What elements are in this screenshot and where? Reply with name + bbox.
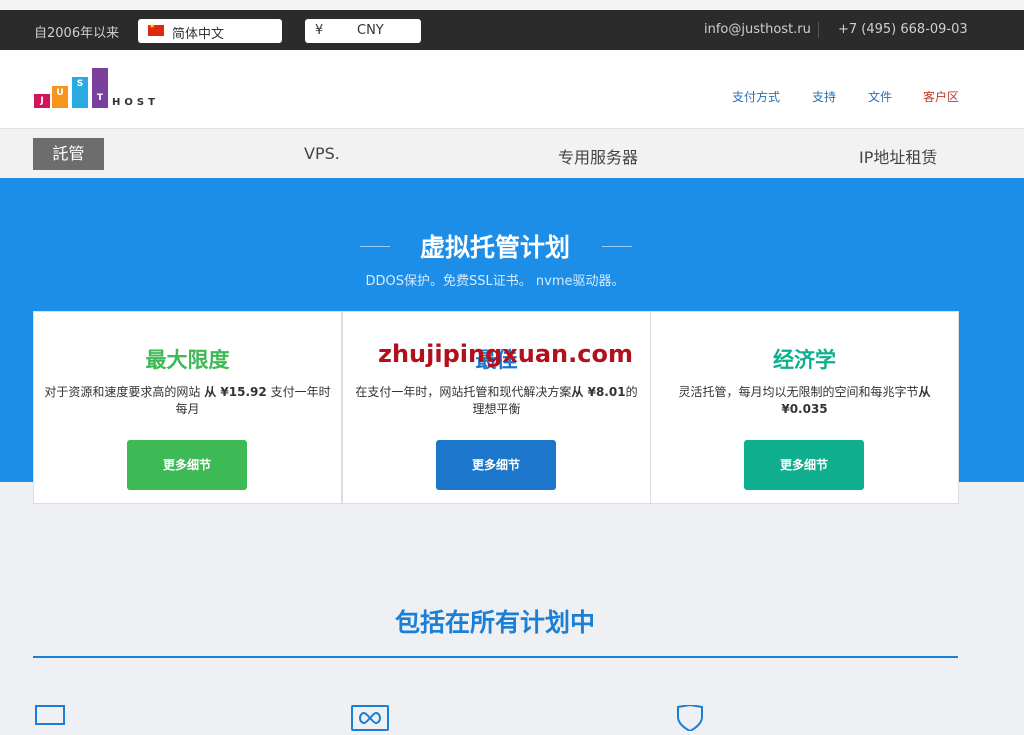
plan-name: 最大限度 xyxy=(145,348,230,372)
infinity-icon xyxy=(351,705,389,731)
hero-subtitle: DDOS保护。免费SSL证书。 nvme驱动器。 xyxy=(365,274,625,289)
language-label: 简体中文 xyxy=(172,27,225,42)
more-details-button[interactable]: 更多细节 xyxy=(744,440,864,490)
plan-description: 灵活托管，每月均以无限制的空间和每兆字节从 ¥0.035 xyxy=(678,385,931,416)
currency-selector[interactable]: ¥ CNY xyxy=(305,19,421,43)
logo-letter-s: S xyxy=(72,77,88,108)
header-link-client-area[interactable]: 客户区 xyxy=(923,88,959,105)
header-link-docs[interactable]: 文件 xyxy=(868,88,892,105)
watermark: zhujipingxuan.com xyxy=(378,340,633,368)
header-link-payment[interactable]: 支付方式 xyxy=(732,88,780,105)
phone-link[interactable]: +7 (495) 668-09-03 xyxy=(838,22,968,37)
title-right-line xyxy=(602,246,632,247)
shield-icon xyxy=(676,703,704,733)
nav-tab-hosting[interactable]: 託管 xyxy=(33,138,104,170)
logo-letter-t: T xyxy=(92,68,108,108)
email-link[interactable]: info@justhost.ru xyxy=(704,22,811,37)
more-details-button[interactable]: 更多细节 xyxy=(127,440,247,490)
included-underline xyxy=(33,656,958,658)
plan-card-economy: 经济学 灵活托管，每月均以无限制的空间和每兆字节从 ¥0.035 更多细节 xyxy=(650,311,959,504)
header: J U S T HOST 支付方式 支持 文件 客户区 xyxy=(0,50,1024,128)
nav-tab-vps[interactable]: VPS. xyxy=(304,144,340,163)
plan-description: 在支付一年时，网站托管和现代解决方案从 ¥8.01的理想平衡 xyxy=(355,385,638,416)
nav-tab-dedicated[interactable]: 专用服务器 xyxy=(558,144,638,168)
header-link-support[interactable]: 支持 xyxy=(812,88,836,105)
since-label: 自2006年以来 xyxy=(34,26,120,41)
china-flag-icon xyxy=(148,22,164,36)
justhost-logo[interactable]: J U S T HOST xyxy=(34,68,174,112)
disk-icon xyxy=(35,705,65,725)
plan-card-maximum: 最大限度 对于资源和速度要求高的网站 从 ¥15.92 支付一年时每月 更多细节 xyxy=(33,311,342,504)
plan-description: 对于资源和速度要求高的网站 从 ¥15.92 支付一年时每月 xyxy=(44,385,331,416)
logo-letter-j: J xyxy=(34,94,50,108)
more-details-button[interactable]: 更多细节 xyxy=(436,440,556,490)
plan-name: 经济学 xyxy=(773,348,836,372)
currency-code: CNY xyxy=(357,23,384,38)
currency-symbol: ¥ xyxy=(315,23,324,38)
browser-strip xyxy=(0,0,1024,10)
divider xyxy=(818,22,819,38)
language-selector[interactable]: 简体中文 xyxy=(138,19,282,43)
logo-letter-u: U xyxy=(52,86,68,108)
hero-title: 虚拟托管计划 xyxy=(419,233,570,262)
main-nav: 託管 VPS. 专用服务器 IP地址租赁 xyxy=(0,128,1024,178)
top-bar: 自2006年以来 简体中文 ¥ CNY info@justhost.ru +7 … xyxy=(0,10,1024,50)
logo-host-text: HOST xyxy=(112,97,159,108)
included-title: 包括在所有计划中 xyxy=(394,608,595,637)
nav-tab-ip-rental[interactable]: IP地址租赁 xyxy=(859,144,937,168)
